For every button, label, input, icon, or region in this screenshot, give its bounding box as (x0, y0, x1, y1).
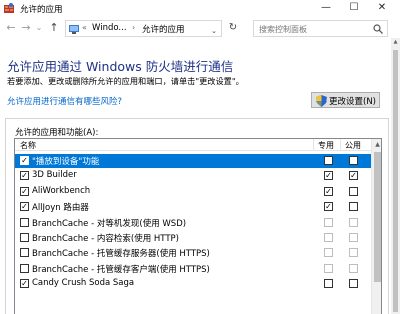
public-network-checkbox[interactable] (349, 156, 358, 165)
app-name: Candy Crush Soda Saga (32, 278, 135, 289)
search-input[interactable]: 搜索控制面板 (253, 20, 388, 37)
app-enabled-checkbox[interactable] (20, 217, 29, 227)
address-overflow-icon[interactable]: « (82, 23, 87, 32)
private-network-checkbox[interactable] (324, 156, 333, 165)
app-row[interactable]: BranchCache - 托管缓存客户端(使用 HTTPS) (15, 262, 371, 276)
app-name: "播放到设备"功能 (32, 157, 100, 167)
breadcrumb-separator-icon: › (132, 23, 136, 32)
public-network-checkbox[interactable] (349, 233, 358, 242)
control-panel-icon (69, 25, 79, 34)
public-network-checkbox[interactable] (349, 279, 358, 289)
public-network-checkbox[interactable] (349, 217, 358, 227)
title-bar: 允许的应用 — ☐ ✕ (0, 0, 400, 17)
column-header-private[interactable]: 专用 (318, 140, 334, 151)
app-name: BranchCache - 托管缓存服务器(使用 HTTPS) (32, 249, 210, 260)
search-placeholder: 搜索控制面板 (259, 25, 307, 34)
app-name: BranchCache - 内容检索(使用 HTTP) (32, 234, 179, 244)
private-network-checkbox[interactable] (324, 217, 333, 227)
firewall-app-icon (4, 3, 14, 13)
page-description: 若要添加、更改或删除所允许的应用和端口，请单击"更改设置"。 (7, 76, 244, 86)
change-settings-button[interactable]: 更改设置(N) (311, 92, 380, 108)
app-row[interactable]: ✓ AllJoyn 路由器 ✓ (15, 200, 371, 214)
app-name: AliWorkbench (32, 185, 91, 196)
navigation-bar: ← → ⌄ ↑ « Windo... › 允许的应用 ⌄ ↻ 搜索控制面板 (0, 18, 400, 38)
minimize-button[interactable]: — (311, 0, 341, 17)
change-settings-label: 更改设置(N) (329, 97, 376, 107)
window-scroll-thumb[interactable] (393, 50, 398, 312)
app-enabled-checkbox[interactable] (20, 233, 29, 242)
app-row[interactable]: ✓ 3D Builder ✓ ✓ (15, 169, 371, 183)
app-enabled-checkbox[interactable]: ✓ (20, 202, 29, 212)
address-bar[interactable]: « Windo... › 允许的应用 ⌄ (65, 20, 222, 37)
column-divider (313, 139, 314, 151)
app-name: AllJoyn 路由器 (32, 203, 89, 214)
forward-arrow-icon[interactable]: → (18, 20, 34, 36)
private-network-checkbox[interactable]: ✓ (324, 186, 333, 196)
private-network-checkbox[interactable]: ✓ (324, 202, 333, 212)
breadcrumb-windows-firewall[interactable]: Windo... (92, 23, 127, 33)
allowed-apps-label: 允许的应用和功能(A): (15, 128, 99, 138)
app-name: 3D Builder (32, 170, 77, 181)
app-enabled-checkbox[interactable] (20, 263, 29, 273)
scroll-thumb[interactable] (374, 152, 381, 282)
app-enabled-checkbox[interactable]: ✓ (20, 156, 29, 165)
public-network-checkbox[interactable]: ✓ (349, 171, 358, 181)
app-enabled-checkbox[interactable] (20, 248, 29, 258)
app-row[interactable]: BranchCache - 内容检索(使用 HTTP) (15, 231, 371, 245)
window-scrollbar[interactable]: ▲ (391, 38, 400, 314)
uac-shield-icon (316, 95, 327, 107)
private-network-checkbox[interactable] (324, 263, 333, 273)
column-header-public[interactable]: 公用 (345, 140, 361, 151)
allowed-apps-list[interactable]: 名称 专用 公用 ✓ "播放到设备"功能 ✓ 3D Builder ✓ ✓ ✓ AliWork… (14, 138, 382, 314)
app-row[interactable]: BranchCache - 对等机发现(使用 WSD) (15, 216, 371, 230)
public-network-checkbox[interactable] (349, 202, 358, 212)
maximize-button[interactable]: ☐ (339, 0, 369, 17)
scroll-up-arrow-icon[interactable]: ▲ (372, 139, 381, 150)
window-scroll-up-arrow-icon[interactable]: ▲ (391, 38, 400, 47)
breadcrumb-allowed-apps[interactable]: 允许的应用 (142, 23, 185, 35)
risks-link[interactable]: 允许应用进行通信有哪些风险? (7, 95, 122, 107)
column-header-name[interactable]: 名称 (20, 140, 36, 151)
app-enabled-checkbox[interactable]: ✓ (20, 186, 29, 196)
allowed-apps-group: 允许的应用和功能(A): 名称 专用 公用 ✓ "播放到设备"功能 ✓ 3D Buil… (5, 118, 389, 314)
list-scrollbar[interactable]: ▲ (371, 139, 381, 314)
private-network-checkbox[interactable]: ✓ (324, 171, 333, 181)
private-network-checkbox[interactable] (324, 233, 333, 242)
app-enabled-checkbox[interactable]: ✓ (20, 279, 29, 289)
recent-locations-chevron-icon[interactable]: ⌄ (34, 20, 44, 36)
close-button[interactable]: ✕ (367, 0, 397, 17)
up-arrow-icon[interactable]: ↑ (46, 20, 62, 36)
private-network-checkbox[interactable] (324, 248, 333, 258)
back-arrow-icon[interactable]: ← (3, 20, 19, 36)
column-divider (340, 139, 341, 151)
refresh-icon[interactable]: ↻ (226, 20, 240, 36)
app-row[interactable]: ✓ Candy Crush Soda Saga (15, 277, 371, 291)
app-enabled-checkbox[interactable]: ✓ (20, 171, 29, 181)
public-network-checkbox[interactable] (349, 186, 358, 196)
public-network-checkbox[interactable] (349, 248, 358, 258)
list-header: 名称 专用 公用 (15, 139, 371, 151)
app-row[interactable]: ✓ "播放到设备"功能 (15, 154, 371, 168)
app-name: BranchCache - 对等机发现(使用 WSD) (32, 218, 187, 229)
address-dropdown-icon[interactable]: ⌄ (209, 23, 219, 39)
page-title: 允许应用通过 Windows 防火墙进行通信 (7, 59, 234, 74)
window-title: 允许的应用 (20, 5, 63, 15)
private-network-checkbox[interactable] (324, 279, 333, 289)
search-icon[interactable] (373, 24, 383, 34)
app-row[interactable]: BranchCache - 托管缓存服务器(使用 HTTPS) (15, 246, 371, 260)
public-network-checkbox[interactable] (349, 263, 358, 273)
app-name: BranchCache - 托管缓存客户端(使用 HTTPS) (32, 264, 210, 275)
app-row[interactable]: ✓ AliWorkbench ✓ (15, 185, 371, 199)
